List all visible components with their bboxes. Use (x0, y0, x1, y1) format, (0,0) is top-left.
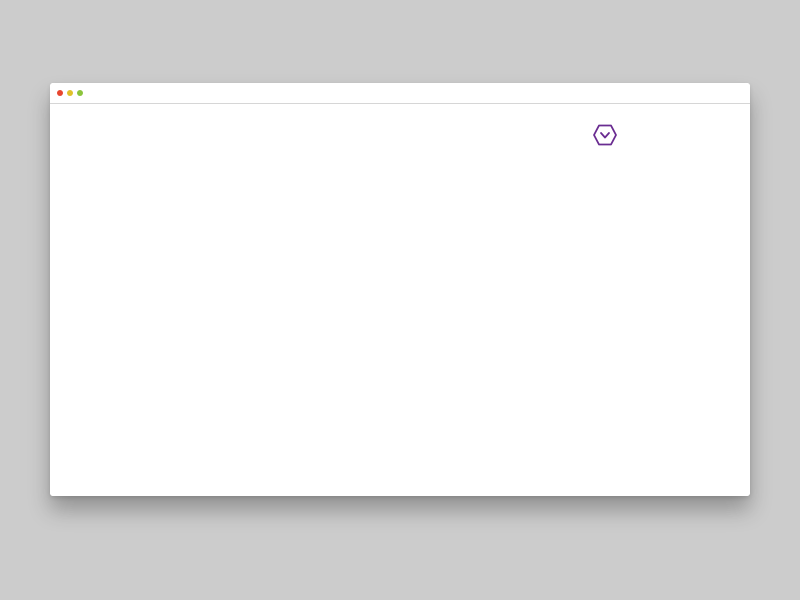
hexagon-chevron-logo-icon[interactable] (593, 123, 617, 147)
close-window-button[interactable] (57, 90, 63, 96)
app-window (50, 83, 750, 496)
desktop (0, 0, 800, 600)
window-titlebar[interactable] (50, 83, 750, 104)
window-content (50, 104, 750, 496)
hexagon-chevron-logo-icon (593, 124, 617, 146)
minimize-window-button[interactable] (67, 90, 73, 96)
maximize-window-button[interactable] (77, 90, 83, 96)
